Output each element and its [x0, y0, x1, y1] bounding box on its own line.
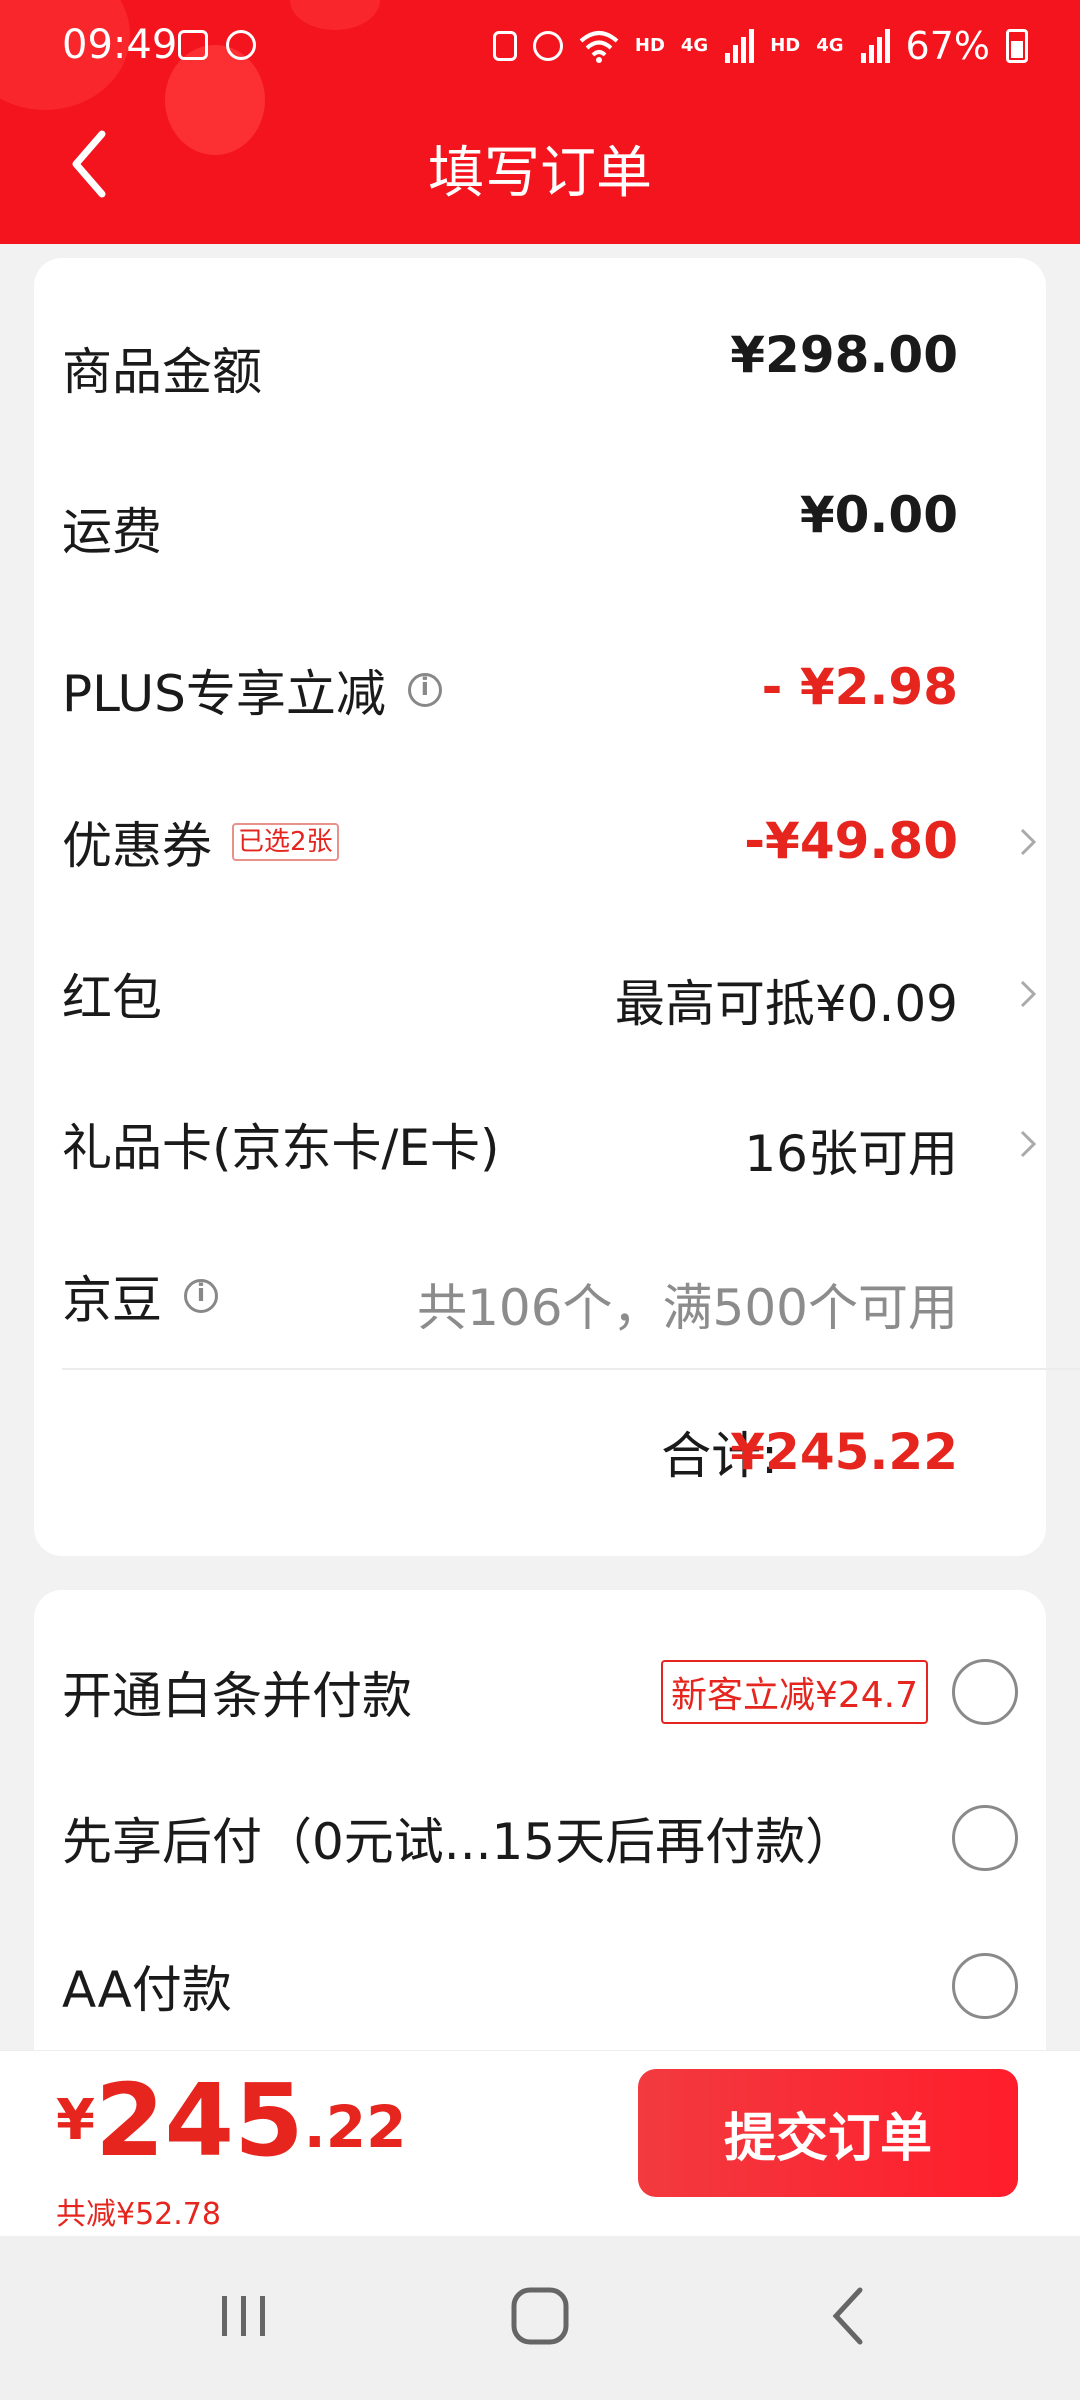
notification-icon — [178, 30, 208, 60]
coupon-value: -¥49.80 — [744, 812, 958, 870]
shipping-value: ¥0.00 — [799, 486, 958, 544]
goods-amount-label: 商品金额 — [62, 343, 262, 401]
chevron-right-icon — [1020, 980, 1037, 1008]
status-time: 09:49 — [62, 22, 178, 68]
total-value: ¥245.22 — [730, 1423, 958, 1481]
checkout-bar: ¥ 245 .22 共减¥52.78 提交订单 — [0, 2050, 1080, 2237]
wifi-icon — [579, 31, 619, 63]
gift-card-value: 16张可用 — [744, 1125, 958, 1183]
coupon-label: 优惠券 — [62, 817, 212, 875]
battery-percent: 67% — [905, 24, 990, 68]
hd-label: HD — [634, 35, 665, 56]
price-decimal: .22 — [303, 2093, 407, 2161]
radio-button[interactable] — [952, 1953, 1018, 2019]
red-packet-row[interactable]: 红包 最高可抵¥0.09 — [62, 944, 1037, 1044]
payment-option-baitiao[interactable]: 开通白条并付款 新客立减¥24.7 — [62, 1642, 1018, 1742]
plus-discount-row: PLUS专享立减 - ¥2.98 — [62, 640, 1018, 740]
goods-amount-value: ¥298.00 — [730, 326, 958, 384]
total-row: 合计: ¥245.22 — [62, 1402, 1018, 1502]
promo-badge: 新客立减¥24.7 — [660, 1660, 928, 1724]
payment-option-label: AA付款 — [62, 1961, 232, 2019]
info-icon[interactable] — [407, 673, 442, 707]
jingdou-value: 共106个，满500个可用 — [417, 1279, 958, 1337]
shipping-label: 运费 — [62, 503, 162, 561]
chevron-right-icon — [1020, 1130, 1037, 1158]
coupon-row[interactable]: 优惠券 已选2张 -¥49.80 — [62, 792, 1037, 892]
red-packet-label: 红包 — [62, 969, 162, 1027]
signal-icon — [725, 29, 755, 63]
divider — [62, 1368, 1080, 1370]
battery-icon — [1006, 29, 1028, 63]
info-icon[interactable] — [184, 1279, 218, 1313]
order-summary-card — [34, 258, 1046, 1556]
shipping-row: 运费 ¥0.00 — [62, 478, 1018, 578]
chevron-right-icon — [1020, 828, 1037, 856]
payment-option-label: 开通白条并付款 — [62, 1667, 412, 1725]
plus-discount-value: - ¥2.98 — [761, 658, 958, 716]
back-icon[interactable] — [810, 2276, 890, 2356]
plus-discount-label: PLUS专享立减 — [62, 665, 386, 723]
goods-amount-row: 商品金额 ¥298.00 — [62, 318, 1018, 418]
radio-button[interactable] — [952, 1659, 1018, 1725]
page-title: 填写订单 — [428, 141, 652, 206]
header: 09:49 HD 4G HD 4G 67% 填写订单 — [0, 0, 1080, 244]
total-saved: 共减¥52.78 — [56, 2197, 221, 2232]
app-icon — [226, 30, 256, 60]
hd-label: HD — [770, 35, 801, 56]
alarm-icon — [532, 31, 563, 61]
network-4g-label: 4G — [680, 35, 709, 56]
system-nav-bar — [0, 2236, 1080, 2400]
red-packet-value: 最高可抵¥0.09 — [614, 975, 958, 1033]
status-right: HD 4G HD 4G 67% — [492, 24, 1028, 68]
gift-card-row[interactable]: 礼品卡(京东卡/E卡) 16张可用 — [62, 1094, 1037, 1194]
recent-apps-icon[interactable] — [204, 2276, 284, 2356]
recycle-icon — [492, 31, 517, 61]
status-left-icons — [178, 30, 256, 60]
jingdou-label: 京豆 — [62, 1271, 162, 1329]
gift-card-label: 礼品卡(京东卡/E卡) — [62, 1119, 500, 1177]
coupon-selected-tag: 已选2张 — [232, 823, 339, 861]
payment-option-pay-later[interactable]: 先享后付（0元试...15天后再付款） — [62, 1788, 1018, 1888]
payable-price: ¥ 245 .22 — [56, 2071, 406, 2171]
payment-option-label: 先享后付（0元试...15天后再付款） — [62, 1813, 856, 1871]
currency-symbol: ¥ — [56, 2088, 95, 2153]
signal-icon — [860, 29, 890, 63]
payment-option-aa[interactable]: AA付款 — [62, 1936, 1018, 2036]
radio-button[interactable] — [952, 1805, 1018, 1871]
network-4g-label: 4G — [816, 35, 844, 56]
home-icon[interactable] — [500, 2276, 580, 2356]
status-bar: 09:49 HD 4G HD 4G 67% — [0, 0, 1080, 100]
price-integer: 245 — [94, 2062, 304, 2179]
submit-order-button[interactable]: 提交订单 — [638, 2069, 1018, 2197]
jingdou-row: 京豆 共106个，满500个可用 — [62, 1246, 1018, 1346]
